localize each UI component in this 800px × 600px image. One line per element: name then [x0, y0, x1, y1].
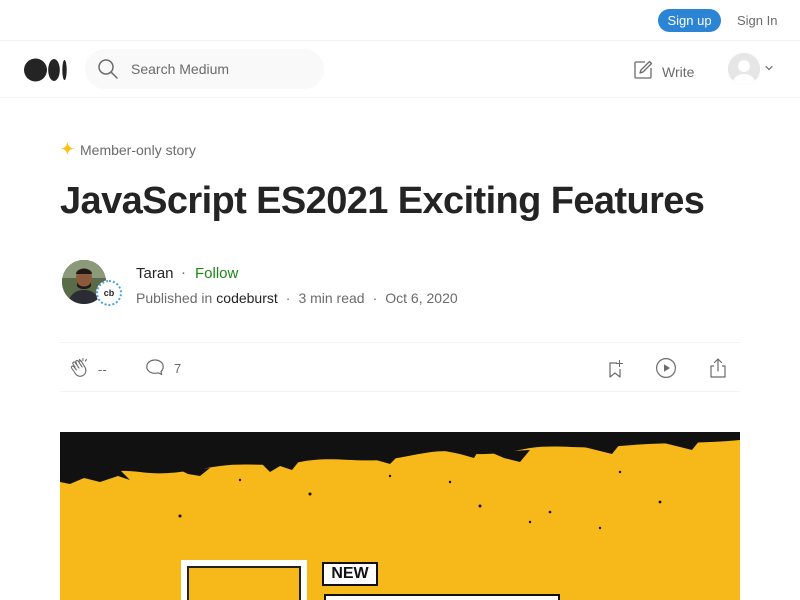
article-meta: Published in codeburst · 3 min read · Oc…	[136, 290, 458, 306]
separator-dot: ·	[372, 290, 378, 306]
article-action-bar: -- 7	[60, 342, 740, 392]
share-button[interactable]	[706, 356, 730, 385]
sign-up-button[interactable]: Sign up	[658, 9, 721, 32]
save-bookmark-button[interactable]	[604, 356, 628, 385]
search-icon[interactable]	[97, 58, 119, 80]
author-block: cb Taran · Follow Published in codeburst…	[62, 260, 742, 308]
main-header: Write	[0, 41, 800, 98]
chevron-down-icon	[764, 60, 774, 78]
play-icon	[654, 358, 678, 384]
response-count: 7	[174, 361, 182, 376]
comment-icon	[144, 356, 166, 381]
write-icon	[632, 59, 654, 84]
hero-frame-graphic	[181, 560, 307, 600]
responses-button[interactable]: 7	[144, 356, 181, 381]
search-input[interactable]	[131, 61, 311, 77]
hero-splatter-graphic	[60, 432, 740, 530]
clap-button[interactable]: --	[68, 356, 107, 383]
clap-icon	[68, 356, 92, 383]
write-button[interactable]: Write	[632, 59, 694, 84]
clap-count: --	[98, 362, 107, 377]
share-icon	[706, 358, 730, 384]
sign-in-link[interactable]: Sign In	[737, 13, 777, 28]
new-tag: NEW	[322, 562, 378, 586]
member-only-label: Member-only story	[60, 141, 196, 159]
author-name[interactable]: Taran	[136, 265, 174, 282]
follow-button[interactable]: Follow	[195, 265, 238, 282]
publication-badge[interactable]: cb	[96, 280, 122, 306]
hero-bar-graphic	[324, 594, 560, 600]
bookmark-add-icon	[604, 360, 628, 384]
article-title: JavaScript ES2021 Exciting Features	[60, 180, 705, 222]
separator-dot: ·	[181, 264, 186, 281]
listen-button[interactable]	[654, 356, 678, 385]
top-strip: Sign up Sign In	[0, 0, 800, 41]
search-bar[interactable]	[85, 49, 324, 89]
publication-link[interactable]: codeburst	[216, 290, 277, 306]
article-hero-image: NEW	[60, 432, 740, 600]
star-icon	[60, 141, 75, 159]
separator-dot: ·	[285, 290, 291, 306]
medium-logo-icon[interactable]	[24, 58, 68, 82]
user-menu-button[interactable]	[728, 53, 774, 85]
read-time: 3 min read	[298, 290, 365, 306]
published-in-label: Published in	[136, 290, 213, 306]
user-avatar-icon	[728, 53, 760, 85]
write-label: Write	[662, 63, 695, 80]
publish-date: Oct 6, 2020	[385, 290, 458, 306]
member-only-text: Member-only story	[80, 142, 196, 158]
